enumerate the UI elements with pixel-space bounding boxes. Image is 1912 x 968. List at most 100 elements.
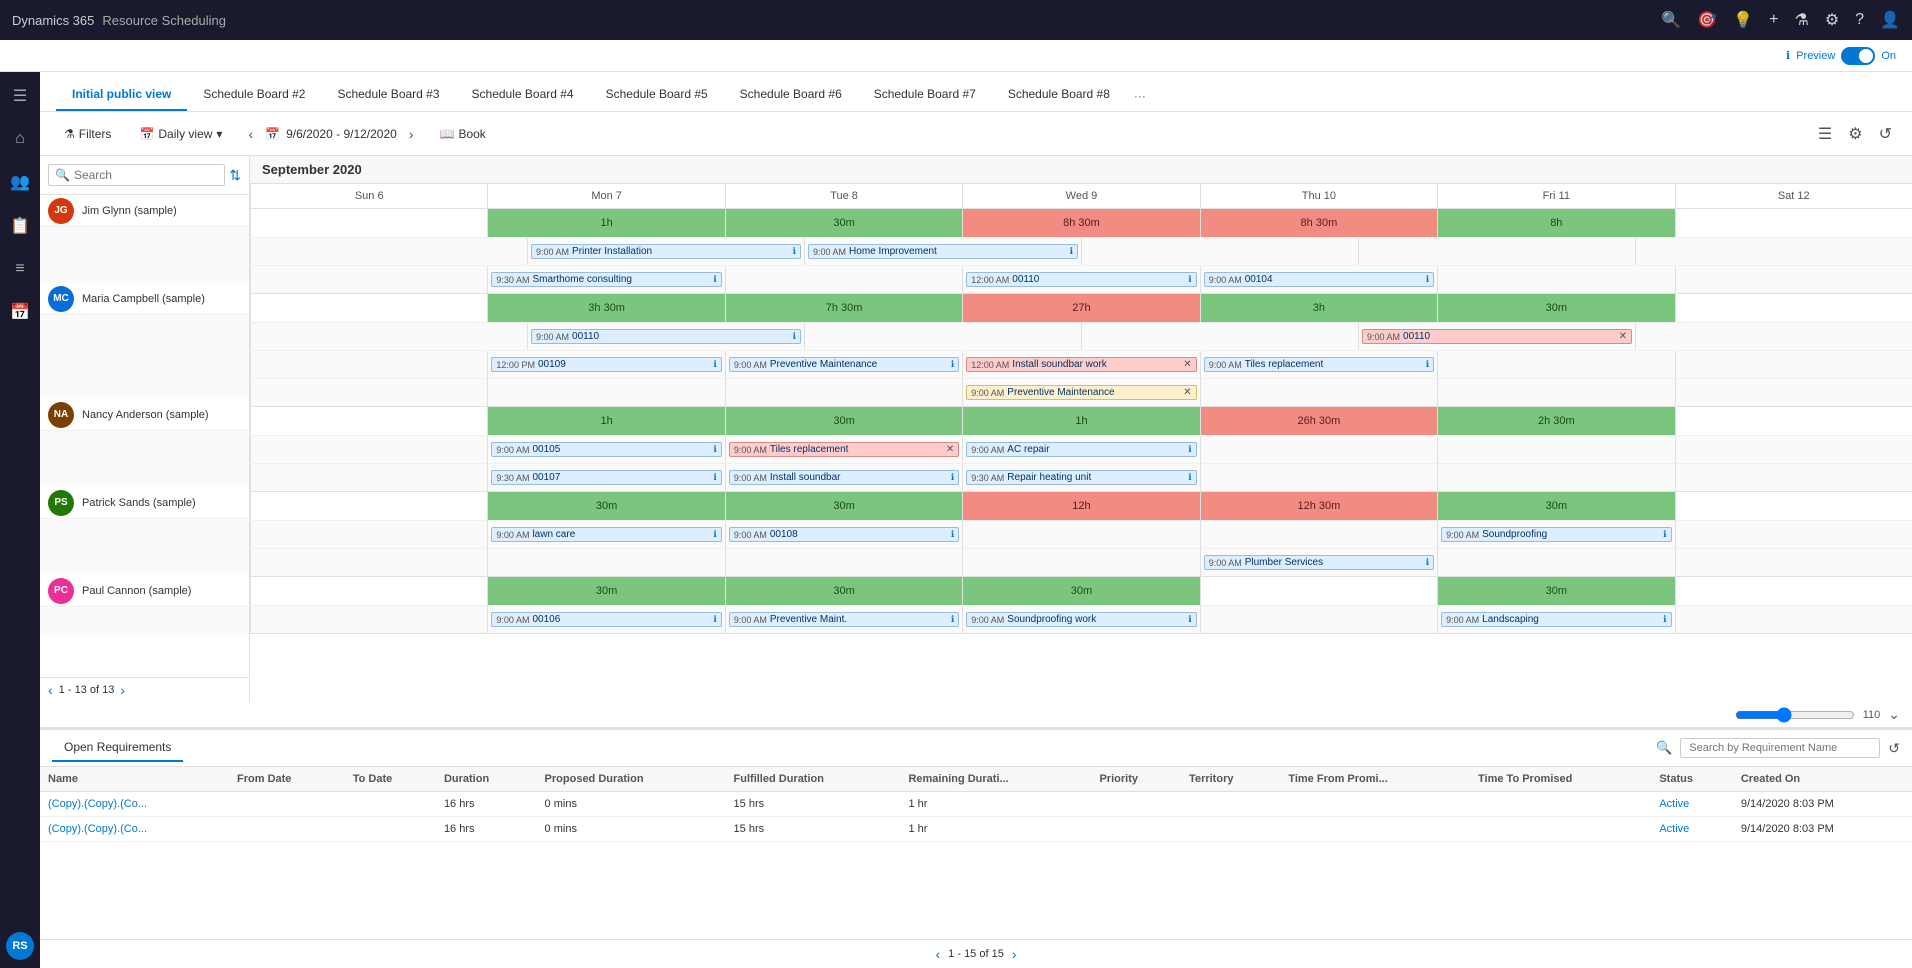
- prev-date-button[interactable]: ‹: [242, 124, 259, 144]
- booking-info-icon[interactable]: ℹ: [713, 359, 716, 370]
- booking-info-icon[interactable]: ℹ: [951, 529, 954, 540]
- booking-info-icon[interactable]: ℹ: [951, 614, 954, 625]
- col-fulfilled-duration[interactable]: Fulfilled Duration: [726, 767, 901, 792]
- preview-toggle[interactable]: [1841, 47, 1875, 65]
- booking-info-icon[interactable]: ℹ: [793, 246, 796, 257]
- booking-info-icon[interactable]: ℹ: [951, 359, 954, 370]
- tab-initial-public-view[interactable]: Initial public view: [56, 79, 187, 111]
- sidebar-list-icon[interactable]: ≡: [9, 254, 30, 284]
- booking-item[interactable]: 9:00 AM 00110 ℹ: [531, 329, 801, 344]
- resource-item[interactable]: MC Maria Campbell (sample): [40, 283, 249, 315]
- list-view-icon[interactable]: ☰: [1814, 120, 1836, 148]
- sort-icon[interactable]: ⇅: [229, 167, 241, 184]
- filter-icon[interactable]: ⚗: [1794, 10, 1808, 30]
- col-created-on[interactable]: Created On: [1733, 767, 1912, 792]
- col-time-to[interactable]: Time To Promised: [1470, 767, 1651, 792]
- book-button[interactable]: 📖 Book: [432, 123, 494, 145]
- booking-item[interactable]: 9:00 AM Preventive Maint. ℹ: [729, 612, 959, 627]
- pagination-prev[interactable]: ‹: [936, 946, 941, 962]
- col-priority[interactable]: Priority: [1091, 767, 1181, 792]
- booking-info-icon[interactable]: ℹ: [1070, 246, 1073, 257]
- booking-item[interactable]: 9:00 AM AC repair ℹ: [966, 442, 1196, 457]
- sidebar-calendar-icon[interactable]: 📅: [4, 296, 36, 328]
- booking-item[interactable]: 12:00 AM Install soundbar work ✕: [966, 357, 1196, 372]
- booking-item[interactable]: 9:00 AM Printer Installation ℹ: [531, 244, 801, 259]
- target-icon[interactable]: 🎯: [1697, 10, 1717, 30]
- search-input-wrapper[interactable]: 🔍: [48, 164, 225, 186]
- close-icon[interactable]: ✕: [946, 444, 954, 455]
- col-time-from[interactable]: Time From Promi...: [1280, 767, 1470, 792]
- expand-icon[interactable]: ⌄: [1888, 706, 1900, 723]
- booking-info-icon[interactable]: ℹ: [713, 614, 716, 625]
- resource-prev-arrow[interactable]: ‹: [48, 682, 53, 698]
- close-icon[interactable]: ✕: [1619, 331, 1627, 342]
- resource-item[interactable]: JG Jim Glynn (sample): [40, 195, 249, 227]
- pagination-next[interactable]: ›: [1012, 946, 1017, 962]
- tab-schedule-board-5[interactable]: Schedule Board #5: [590, 79, 724, 111]
- settings-icon[interactable]: ⚙: [1844, 120, 1866, 148]
- booking-info-icon[interactable]: ℹ: [713, 529, 716, 540]
- close-icon[interactable]: ✕: [1183, 359, 1191, 370]
- col-to-date[interactable]: To Date: [345, 767, 436, 792]
- booking-item[interactable]: 12:00 AM 00110 ℹ: [966, 272, 1196, 287]
- resource-item[interactable]: NA Nancy Anderson (sample): [40, 399, 249, 431]
- tab-schedule-board-7[interactable]: Schedule Board #7: [858, 79, 992, 111]
- booking-info-icon[interactable]: ℹ: [1426, 274, 1429, 285]
- booking-item[interactable]: 9:30 AM Smarthome consulting ℹ: [491, 272, 721, 287]
- booking-item[interactable]: 9:00 AM 00108 ℹ: [729, 527, 959, 542]
- refresh-icon[interactable]: ↺: [1888, 740, 1900, 757]
- req-name-link[interactable]: (Copy).(Copy).(Co...: [48, 798, 147, 810]
- tabs-more[interactable]: ···: [1126, 81, 1154, 111]
- booking-item[interactable]: 9:00 AM 00110 ✕: [1362, 329, 1632, 344]
- booking-item[interactable]: 9:00 AM Preventive Maintenance ℹ: [729, 357, 959, 372]
- close-icon[interactable]: ✕: [1183, 387, 1191, 398]
- sidebar-home-icon[interactable]: ⌂: [9, 124, 31, 154]
- booking-item[interactable]: 9:00 AM Tiles replacement ℹ: [1204, 357, 1434, 372]
- sidebar-menu-icon[interactable]: ☰: [7, 80, 33, 112]
- booking-info-icon[interactable]: ℹ: [1188, 274, 1191, 285]
- booking-item[interactable]: 9:30 AM Repair heating unit ℹ: [966, 470, 1196, 485]
- booking-item[interactable]: 9:30 AM 00107 ℹ: [491, 470, 721, 485]
- booking-info-icon[interactable]: ℹ: [951, 472, 954, 483]
- col-name[interactable]: Name: [40, 767, 229, 792]
- status-link[interactable]: Active: [1659, 798, 1689, 810]
- tab-schedule-board-8[interactable]: Schedule Board #8: [992, 79, 1126, 111]
- booking-item[interactable]: 9:00 AM Preventive Maintenance ✕: [966, 385, 1196, 400]
- col-remaining-duration[interactable]: Remaining Durati...: [900, 767, 1091, 792]
- tab-schedule-board-4[interactable]: Schedule Board #4: [456, 79, 590, 111]
- sidebar-dispatch-icon[interactable]: 📋: [4, 210, 36, 242]
- status-link[interactable]: Active: [1659, 823, 1689, 835]
- booking-info-icon[interactable]: ℹ: [713, 472, 716, 483]
- tab-schedule-board-2[interactable]: Schedule Board #2: [187, 79, 321, 111]
- tab-schedule-board-3[interactable]: Schedule Board #3: [321, 79, 455, 111]
- booking-item[interactable]: 9:00 AM Tiles replacement ✕: [729, 442, 959, 457]
- view-button[interactable]: 📅 Daily view ▾: [131, 123, 230, 145]
- search-req-input[interactable]: [1680, 738, 1880, 758]
- col-from-date[interactable]: From Date: [229, 767, 345, 792]
- col-territory[interactable]: Territory: [1181, 767, 1280, 792]
- booking-info-icon[interactable]: ℹ: [1663, 529, 1666, 540]
- booking-item[interactable]: 9:00 AM 00104 ℹ: [1204, 272, 1434, 287]
- settings-icon[interactable]: ⚙: [1825, 10, 1839, 30]
- booking-info-icon[interactable]: ℹ: [1426, 557, 1429, 568]
- booking-item[interactable]: 9:00 AM lawn care ℹ: [491, 527, 721, 542]
- col-duration[interactable]: Duration: [436, 767, 537, 792]
- user-icon[interactable]: 👤: [1880, 10, 1900, 30]
- booking-info-icon[interactable]: ℹ: [1426, 359, 1429, 370]
- col-proposed-duration[interactable]: Proposed Duration: [537, 767, 726, 792]
- booking-info-icon[interactable]: ℹ: [1663, 614, 1666, 625]
- booking-info-icon[interactable]: ℹ: [1188, 614, 1191, 625]
- open-requirements-tab[interactable]: Open Requirements: [52, 734, 183, 762]
- booking-item[interactable]: 9:00 AM Landscaping ℹ: [1441, 612, 1671, 627]
- booking-item[interactable]: 9:00 AM Soundproofing work ℹ: [966, 612, 1196, 627]
- booking-info-icon[interactable]: ℹ: [1188, 472, 1191, 483]
- booking-item[interactable]: 9:00 AM Soundproofing ℹ: [1441, 527, 1671, 542]
- booking-item[interactable]: 12:00 PM 00109 ℹ: [491, 357, 721, 372]
- search-input[interactable]: [74, 168, 218, 182]
- refresh-icon[interactable]: ↺: [1875, 120, 1896, 148]
- booking-item[interactable]: 9:00 AM Home Improvement ℹ: [808, 244, 1078, 259]
- next-date-button[interactable]: ›: [403, 124, 420, 144]
- search-icon[interactable]: 🔍: [1661, 10, 1681, 30]
- resource-item[interactable]: PS Patrick Sands (sample): [40, 487, 249, 519]
- help-icon[interactable]: ?: [1855, 11, 1864, 29]
